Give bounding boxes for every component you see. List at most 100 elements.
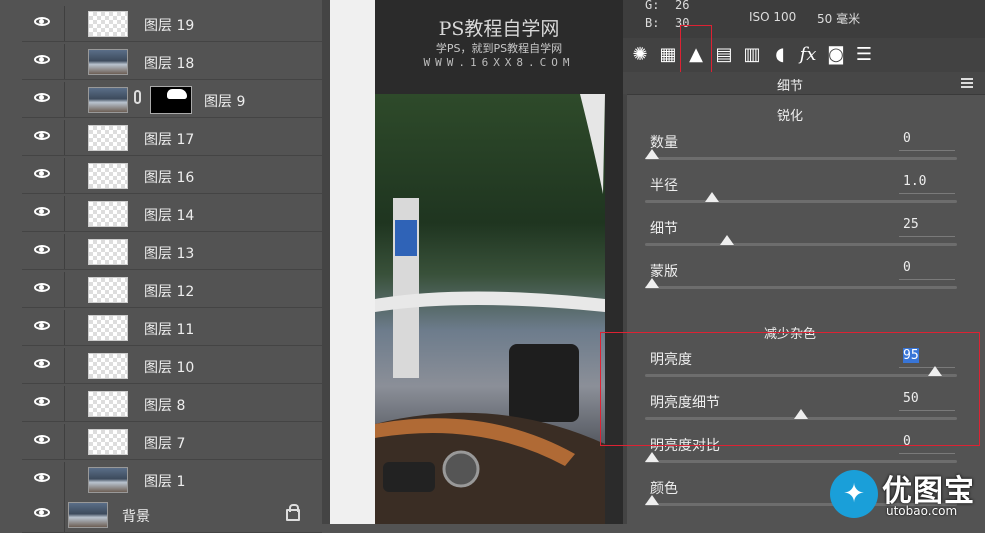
layer-row[interactable]: 图层 12 — [22, 272, 322, 308]
slider-value-text: 0 — [903, 131, 911, 146]
eye-icon[interactable] — [34, 359, 50, 368]
slider-value-field[interactable]: 25 — [899, 217, 955, 237]
eye-icon[interactable] — [34, 131, 50, 140]
slider-value-field[interactable]: 0 — [899, 260, 955, 280]
layer-thumbnail[interactable] — [88, 315, 128, 341]
layer-row[interactable]: 图层 19 — [22, 6, 322, 42]
visibility-toggle[interactable] — [22, 120, 65, 155]
visibility-toggle[interactable] — [22, 348, 65, 383]
layer-row[interactable]: 图层 7 — [22, 424, 322, 460]
iso-readout: ISO 100 — [749, 10, 797, 24]
eye-icon[interactable] — [34, 283, 50, 292]
utobao-logo: ✦ 优图宝 utobao.com — [830, 464, 985, 524]
slider-thumb[interactable] — [720, 235, 734, 245]
slider-thumb[interactable] — [645, 149, 659, 159]
visibility-toggle[interactable] — [22, 196, 65, 231]
layer-thumbnail[interactable] — [88, 429, 128, 455]
visibility-toggle[interactable] — [22, 497, 65, 532]
eye-icon[interactable] — [34, 435, 50, 444]
eye-icon[interactable] — [34, 207, 50, 216]
eye-icon[interactable] — [34, 473, 50, 482]
layer-thumbnail[interactable] — [68, 502, 108, 528]
panel-scrollbar[interactable] — [623, 94, 627, 524]
layers-scrollbar[interactable] — [322, 0, 330, 524]
layer-thumbnail[interactable] — [88, 87, 128, 113]
layer-name: 图层 14 — [144, 208, 195, 224]
layer-row[interactable]: 图层 9 — [22, 82, 322, 118]
slider-thumb[interactable] — [645, 278, 659, 288]
visibility-toggle[interactable] — [22, 462, 65, 497]
g-label: G: — [645, 0, 660, 12]
slider-label: 半径 — [650, 178, 678, 194]
slider-track[interactable] — [645, 460, 957, 463]
slider-value-field[interactable]: 0 — [899, 131, 955, 151]
camera-icon[interactable]: ◙ — [825, 44, 847, 66]
visibility-toggle[interactable] — [22, 386, 65, 421]
layer-thumbnail[interactable] — [88, 201, 128, 227]
visibility-toggle[interactable] — [22, 82, 65, 117]
lens-icon[interactable]: ◖ — [769, 44, 791, 66]
slider-track[interactable] — [645, 286, 957, 289]
layer-row[interactable]: 图层 10 — [22, 348, 322, 384]
layer-thumbnail[interactable] — [88, 49, 128, 75]
visibility-toggle[interactable] — [22, 424, 65, 459]
layer-row[interactable]: 图层 8 — [22, 386, 322, 422]
layer-row[interactable]: 图层 18 — [22, 44, 322, 80]
layer-row[interactable]: 背景 — [22, 497, 322, 533]
slider-thumb[interactable] — [645, 452, 659, 462]
layer-thumbnail[interactable] — [88, 239, 128, 265]
eye-icon[interactable] — [34, 17, 50, 26]
slider-thumb[interactable] — [705, 192, 719, 202]
layer-thumbnail[interactable] — [88, 277, 128, 303]
layer-name: 图层 9 — [204, 94, 246, 110]
aperture-icon[interactable]: ✺ — [629, 44, 651, 66]
boat-photo — [375, 94, 605, 524]
layer-thumbnail[interactable] — [88, 391, 128, 417]
eye-icon[interactable] — [34, 93, 50, 102]
slider-track[interactable] — [645, 157, 957, 160]
visibility-toggle[interactable] — [22, 272, 65, 307]
visibility-toggle[interactable] — [22, 234, 65, 269]
layer-thumbnail[interactable] — [88, 125, 128, 151]
visibility-toggle[interactable] — [22, 6, 65, 41]
layer-mask-thumbnail[interactable] — [150, 86, 192, 114]
layer-row[interactable]: 图层 1 — [22, 462, 322, 498]
slider-track[interactable] — [645, 200, 957, 203]
visibility-toggle[interactable] — [22, 44, 65, 79]
layer-name: 图层 18 — [144, 56, 195, 72]
panel-gap — [330, 0, 375, 524]
document-canvas[interactable]: PS教程自学网 学PS，就到PS教程自学网 WWW.16XX8.COM — [375, 0, 623, 524]
layer-name: 背景 — [122, 509, 150, 525]
layer-row[interactable]: 图层 13 — [22, 234, 322, 270]
layer-thumbnail[interactable] — [88, 163, 128, 189]
layer-name: 图层 7 — [144, 436, 186, 452]
slider-track[interactable] — [645, 243, 957, 246]
b-label: B: — [645, 16, 660, 30]
visibility-toggle[interactable] — [22, 310, 65, 345]
layer-thumbnail[interactable] — [88, 11, 128, 37]
eye-icon[interactable] — [34, 508, 50, 517]
g-value: 26 — [675, 0, 690, 12]
layer-row[interactable]: 图层 17 — [22, 120, 322, 156]
layer-thumbnail[interactable] — [88, 353, 128, 379]
panel-menu-icon[interactable] — [961, 78, 973, 88]
layer-thumbnail[interactable] — [88, 467, 128, 493]
hsl-icon[interactable]: ▥ — [741, 44, 763, 66]
eye-icon[interactable] — [34, 169, 50, 178]
link-icon[interactable] — [134, 90, 141, 104]
layer-row[interactable]: 图层 14 — [22, 196, 322, 232]
grid-icon[interactable]: ▦ — [657, 44, 679, 66]
layer-name: 图层 17 — [144, 132, 195, 148]
layer-row[interactable]: 图层 11 — [22, 310, 322, 346]
eye-icon[interactable] — [34, 321, 50, 330]
visibility-toggle[interactable] — [22, 158, 65, 193]
layer-row[interactable]: 图层 16 — [22, 158, 322, 194]
slider-thumb[interactable] — [645, 495, 659, 505]
slider-value-field[interactable]: 1.0 — [899, 174, 955, 194]
eye-icon[interactable] — [34, 245, 50, 254]
presets-icon[interactable]: ☰ — [853, 44, 875, 66]
fx-icon[interactable]: fx — [797, 44, 819, 66]
eye-icon[interactable] — [34, 397, 50, 406]
split-toning-icon[interactable]: ▤ — [713, 44, 735, 66]
eye-icon[interactable] — [34, 55, 50, 64]
